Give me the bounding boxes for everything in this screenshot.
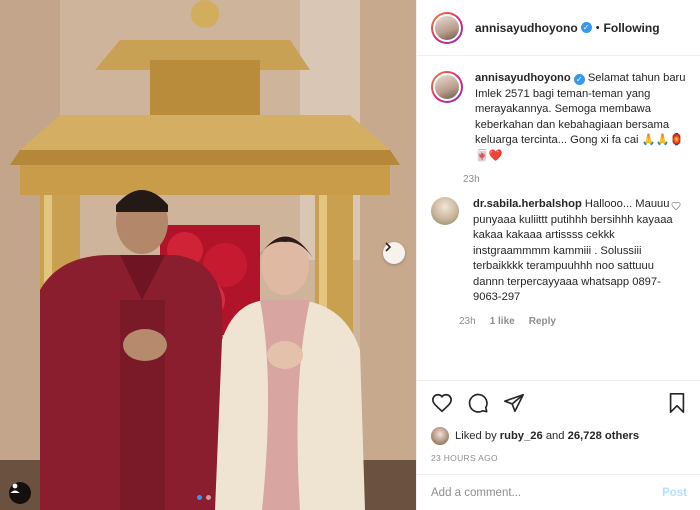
add-comment-bar: Post [417,474,700,510]
commenter-avatar[interactable] [431,197,459,225]
liker-avatar[interactable] [431,427,449,445]
verified-badge-icon: ✓ [580,22,592,33]
likes-user[interactable]: ruby_26 [500,430,543,442]
share-icon [504,393,524,413]
author-username[interactable]: annisayudhoyono [475,21,578,35]
caption-text-block: annisayudhoyono ✓ Selamat tahun baru Imle… [475,71,687,164]
share-button[interactable] [503,392,525,414]
action-bar [431,391,687,415]
likes-prefix: Liked by [455,430,497,442]
comment-icon [468,393,488,413]
comment-likes[interactable]: 1 like [490,316,515,327]
likes-summary: Liked by ruby_26 and 26,728 others [431,427,687,445]
likes-count[interactable]: 26,728 others [568,430,640,442]
like-button[interactable] [431,392,453,414]
caption-username[interactable]: annisayudhoyono [475,72,571,84]
bookmark-icon [669,393,685,413]
author-avatar[interactable] [431,11,463,44]
post-time-ago[interactable]: 23 HOURS AGO [431,453,687,463]
tagged-users-button[interactable] [9,482,31,504]
following-button[interactable]: Following [604,21,660,35]
carousel-dot [206,495,211,500]
photo-illustration [0,0,416,510]
carousel-next-button[interactable] [383,242,405,264]
carousel-indicator [197,495,211,500]
heart-icon [432,393,452,413]
separator: • [595,21,600,34]
likes-and: and [545,430,565,442]
reply-button[interactable]: Reply [529,316,556,327]
comment-item: dr.sabila.herbalshop Hallooo... Mauuu pu… [431,197,687,327]
comment-text-block: dr.sabila.herbalshop Hallooo... Mauuu pu… [473,197,673,306]
user-tag-icon [10,483,20,493]
post-photo[interactable] [0,0,416,510]
post-comment-button[interactable]: Post [662,487,687,499]
comments-section[interactable]: annisayudhoyono ✓ Selamat tahun baru Imle… [417,57,700,379]
comment-meta: 23h 1 like Reply [459,316,673,327]
save-button[interactable] [667,392,687,414]
carousel-dot-active [197,495,202,500]
chevron-right-icon [385,242,392,252]
commenter-username[interactable]: dr.sabila.herbalshop [473,198,582,210]
comment-timestamp[interactable]: 23h [459,316,476,327]
comment-text: Hallooo... Mauuu punyaaa kuliittt putihh… [473,198,673,303]
author-info: annisayudhoyono ✓ • Following [475,21,660,35]
post-panel: annisayudhoyono ✓ • Following annisayudh… [416,0,700,510]
comment-like-heart-icon[interactable] [671,201,681,211]
verified-badge-icon: ✓ [573,74,585,86]
caption: annisayudhoyono ✓ Selamat tahun baru Imle… [431,71,687,185]
post-actions: Liked by ruby_26 and 26,728 others 23 HO… [417,380,700,463]
caption-timestamp[interactable]: 23h [463,174,687,185]
comment-button[interactable] [467,392,489,414]
comment-input[interactable] [431,486,663,499]
post-header: annisayudhoyono ✓ • Following [417,0,700,56]
caption-avatar[interactable] [431,71,463,103]
